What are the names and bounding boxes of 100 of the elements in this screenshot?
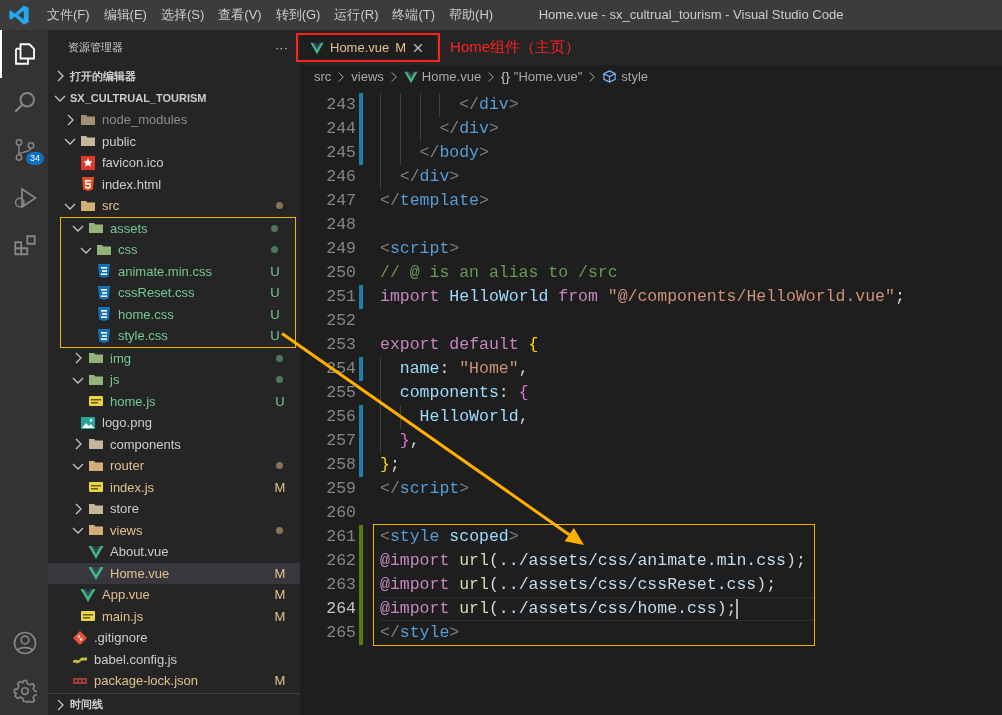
- item-name: Home.vue: [110, 564, 170, 583]
- tree-item[interactable]: index.js M: [48, 476, 300, 498]
- code-line: </div>: [459, 94, 519, 116]
- item-name: public: [102, 132, 136, 151]
- section-header[interactable]: 打开的编辑器: [48, 65, 300, 87]
- section-header[interactable]: SX_CULTRUAL_TOURISM: [48, 87, 300, 109]
- annotation-label: Home组件（主页）: [450, 37, 581, 58]
- line-number: 248: [325, 214, 356, 236]
- item-name: .gitignore: [94, 629, 148, 647]
- image-file-icon: [80, 414, 96, 431]
- item-name: assets: [110, 219, 148, 238]
- git-status: U: [269, 327, 281, 345]
- tree-item[interactable]: home.js U: [48, 390, 300, 412]
- item-name: home.js: [110, 392, 156, 411]
- tree-item[interactable]: main.js M: [48, 605, 300, 627]
- html-file-icon: [80, 176, 96, 193]
- git-status: M: [274, 607, 286, 626]
- vue-icon: [88, 543, 104, 560]
- item-name: router: [110, 457, 144, 475]
- tree-item[interactable]: logo.png: [48, 412, 300, 434]
- tree-item[interactable]: public: [48, 130, 300, 152]
- tree-item[interactable]: assets: [61, 217, 295, 239]
- menu-item[interactable]: 文件(F): [40, 5, 97, 25]
- tree-item[interactable]: views: [48, 519, 300, 541]
- code-line: </script>: [380, 478, 470, 500]
- git-status: U: [274, 392, 286, 411]
- line-number: 253: [325, 334, 356, 356]
- tree-item[interactable]: js: [48, 369, 300, 391]
- breadcrumb-item[interactable]: views: [351, 66, 384, 87]
- tree-item[interactable]: img: [48, 347, 300, 369]
- vue-icon: [310, 40, 324, 55]
- breadcrumb-item[interactable]: {} "Home.vue": [501, 66, 583, 87]
- menu-item[interactable]: 查看(V): [211, 5, 269, 25]
- close-icon[interactable]: [412, 41, 425, 54]
- item-name: node_modules: [102, 111, 188, 129]
- tree-item[interactable]: router: [48, 455, 300, 477]
- code-line: import HelloWorld from "@/components/HelloWorld.vue";: [380, 286, 905, 308]
- vue-icon: [80, 586, 96, 603]
- menu-item[interactable]: 编辑(E): [96, 5, 154, 25]
- account-icon: [13, 631, 37, 655]
- tree-item[interactable]: cssReset.css U: [61, 282, 295, 304]
- line-number: 260: [325, 502, 356, 524]
- line-number: 262: [325, 550, 356, 572]
- tree-item[interactable]: home.css U: [61, 303, 295, 325]
- tree-item[interactable]: style.css U: [61, 325, 295, 347]
- code-line: <style scoped>: [380, 526, 519, 548]
- menu-item[interactable]: 运行(R): [327, 5, 386, 25]
- tree-item[interactable]: babel.config.js: [48, 648, 300, 670]
- line-number: 245: [325, 142, 356, 164]
- line-number: 243: [325, 94, 356, 116]
- css-file-icon: [96, 327, 112, 344]
- item-name: home.css: [118, 305, 174, 324]
- item-name: components: [110, 435, 181, 454]
- tree-item[interactable]: Home.vue M: [48, 562, 300, 584]
- search-icon: [13, 90, 37, 114]
- tree-item[interactable]: css: [61, 239, 295, 261]
- code-line: </style>: [380, 622, 460, 644]
- item-name: img: [110, 349, 131, 368]
- css-file-icon: [96, 263, 112, 280]
- tree-item[interactable]: node_modules: [48, 109, 300, 131]
- breadcrumb-item[interactable]: Home.vue: [403, 66, 482, 87]
- tree-item[interactable]: store: [48, 498, 300, 520]
- code-line: HelloWorld,: [419, 406, 529, 428]
- diamond-icon: [72, 629, 88, 646]
- tree-item[interactable]: favicon.ico: [48, 152, 300, 174]
- code-line: @import url(../assets/css/animate.min.css);: [380, 550, 806, 572]
- breadcrumb-item[interactable]: style: [602, 66, 648, 87]
- breadcrumb-item[interactable]: src: [314, 66, 332, 87]
- editor-tab[interactable]: Home.vue M: [300, 35, 437, 60]
- more-actions-button[interactable]: ···: [275, 37, 288, 58]
- run-debug-icon: [13, 186, 37, 210]
- line-number: 263: [325, 574, 356, 596]
- menu-item[interactable]: 终端(T): [385, 5, 443, 25]
- line-number: 246: [325, 166, 356, 188]
- vue-icon: [403, 69, 418, 84]
- tree-item[interactable]: .gitignore: [48, 627, 300, 649]
- panel-title: 资源管理器: [68, 40, 123, 56]
- git-status: M: [274, 478, 286, 497]
- tree-item[interactable]: components: [48, 433, 300, 455]
- line-number: 255: [325, 382, 356, 404]
- code-line: name: "Home",: [399, 358, 529, 380]
- item-name: animate.min.css: [118, 262, 212, 281]
- tree-item[interactable]: App.vue M: [48, 584, 300, 606]
- item-name: store: [110, 500, 139, 518]
- code-line: </div>: [439, 118, 499, 140]
- tree-item[interactable]: src: [48, 195, 300, 217]
- tree-item[interactable]: package-lock.json M: [48, 670, 300, 692]
- menu-item[interactable]: 帮助(H): [442, 5, 501, 25]
- menu-item[interactable]: 转到(G): [268, 5, 328, 25]
- tree-item[interactable]: animate.min.css U: [61, 260, 295, 282]
- line-number: 259: [325, 478, 356, 500]
- braces-icon: {}: [501, 66, 510, 87]
- code-line: export default {: [380, 334, 539, 356]
- code-line: },: [399, 430, 420, 452]
- activity-bar-item[interactable]: 34: [0, 126, 48, 174]
- line-number: 264: [325, 598, 356, 620]
- tree-item[interactable]: About.vue: [48, 541, 300, 563]
- item-name: js: [110, 371, 120, 389]
- tree-item[interactable]: index.html: [48, 173, 300, 195]
- menu-item[interactable]: 选择(S): [153, 5, 212, 25]
